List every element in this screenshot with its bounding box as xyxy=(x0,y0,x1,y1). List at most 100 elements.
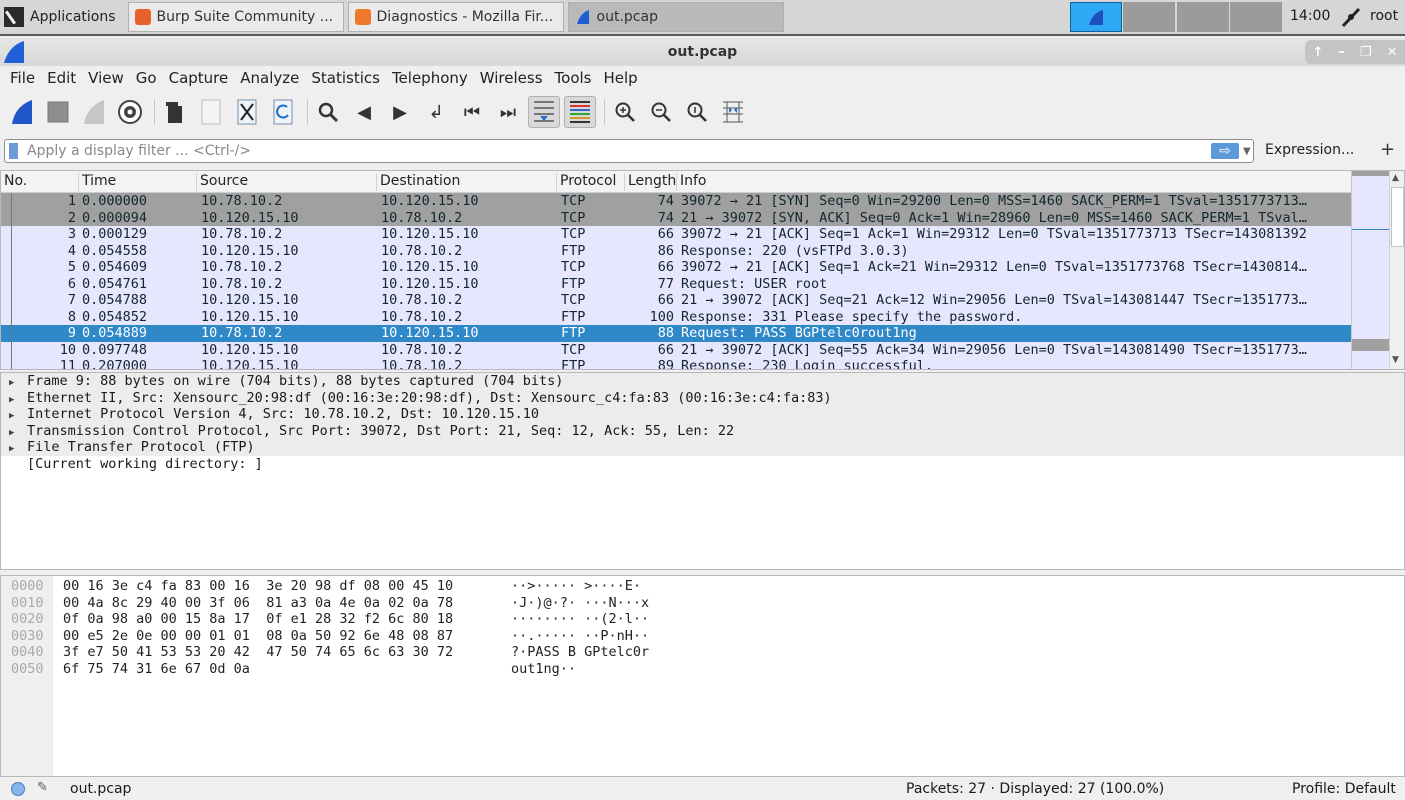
menu-go[interactable]: Go xyxy=(130,69,163,87)
resize-columns-button[interactable] xyxy=(717,96,749,128)
packet-row[interactable]: 10 0.097748 10.120.15.10 10.78.10.2 TCP 66 21 … xyxy=(1,341,1351,358)
network-icon[interactable] xyxy=(1340,6,1362,28)
user-name[interactable]: root xyxy=(1370,8,1398,24)
packet-row[interactable]: 7 0.054788 10.120.15.10 10.78.10.2 TCP 66 21 →… xyxy=(1,292,1351,309)
status-profile[interactable]: Profile: Default xyxy=(1292,781,1396,797)
zoom-out-button[interactable] xyxy=(645,96,677,128)
byte-offset[interactable]: 0030 xyxy=(11,628,44,645)
packet-row[interactable]: 8 0.054852 10.120.15.10 10.78.10.2 FTP 100 Res… xyxy=(1,308,1351,325)
byte-offset[interactable]: 0010 xyxy=(11,595,44,612)
reload-file-button[interactable] xyxy=(267,96,299,128)
task-burp[interactable]: Burp Suite Community ... xyxy=(127,2,344,32)
byte-offset[interactable]: 0050 xyxy=(11,661,44,678)
apply-filter-button[interactable]: ⇨ xyxy=(1211,143,1239,159)
menu-view[interactable]: View xyxy=(82,69,130,87)
packet-row[interactable]: 4 0.054558 10.120.15.10 10.78.10.2 FTP 86 Resp… xyxy=(1,242,1351,259)
add-filter-button[interactable]: + xyxy=(1380,139,1395,160)
packet-row[interactable]: 11 0.207000 10.120.15.10 10.78.10.2 FTP 89 Res… xyxy=(1,358,1351,369)
go-forward-button[interactable]: ▶ xyxy=(384,96,416,128)
stop-capture-button[interactable] xyxy=(42,96,74,128)
byte-hex[interactable]: 0f 0a 98 a0 00 15 8a 17 0f e1 28 32 f2 6… xyxy=(63,611,453,628)
workspace-2[interactable] xyxy=(1123,2,1175,32)
capture-comment-icon[interactable]: ✎ xyxy=(37,780,48,795)
packet-minimap[interactable] xyxy=(1351,171,1404,369)
detail-row-ftp[interactable]: ▶ File Transfer Protocol (FTP) xyxy=(1,439,1404,456)
packet-row[interactable]: 2 0.000094 10.120.15.10 10.78.10.2 TCP 74 21 →… xyxy=(1,209,1351,226)
byte-hex[interactable]: 00 16 3e c4 fa 83 00 16 3e 20 98 df 08 0… xyxy=(63,578,453,595)
find-packet-button[interactable] xyxy=(312,96,344,128)
task-wireshark[interactable]: out.pcap xyxy=(567,2,784,32)
byte-offset[interactable]: 0000 xyxy=(11,578,44,595)
expert-info-icon[interactable] xyxy=(11,782,25,796)
detail-row-cwd[interactable]: [Current working directory: ] xyxy=(1,455,1404,472)
packet-row[interactable]: 3 0.000129 10.78.10.2 10.120.15.10 TCP 66 3907… xyxy=(1,226,1351,243)
column-header-length[interactable]: Length xyxy=(625,173,677,191)
column-header-time[interactable]: Time xyxy=(79,173,197,191)
save-file-button[interactable] xyxy=(195,96,227,128)
open-file-button[interactable] xyxy=(159,96,191,128)
column-header-source[interactable]: Source xyxy=(197,173,377,191)
column-header-destination[interactable]: Destination xyxy=(377,173,557,191)
byte-ascii[interactable]: ········ ··(2·l·· xyxy=(511,611,649,628)
normal-size-button[interactable] xyxy=(681,96,713,128)
colorize-button[interactable] xyxy=(564,96,596,128)
menu-statistics[interactable]: Statistics xyxy=(305,69,386,87)
column-header-no[interactable]: No. xyxy=(1,173,79,191)
display-filter-input[interactable] xyxy=(27,141,1197,161)
detail-row-frame[interactable]: ▶ Frame 9: 88 bytes on wire (704 bits), 8… xyxy=(1,373,1404,390)
first-packet-button[interactable]: ⏮ xyxy=(456,96,488,128)
expression-button[interactable]: Expression... xyxy=(1265,142,1354,158)
detail-row-tcp[interactable]: ▶ Transmission Control Protocol, Src Port… xyxy=(1,422,1404,439)
maximize-window-icon[interactable]: ❐ xyxy=(1360,45,1372,60)
byte-ascii[interactable]: out1ng·· xyxy=(511,661,576,678)
column-header-info[interactable]: Info xyxy=(677,173,1351,191)
byte-hex[interactable]: 00 e5 2e 0e 00 00 01 01 08 0a 50 92 6e 4… xyxy=(63,628,453,645)
byte-offset[interactable]: 0020 xyxy=(11,611,44,628)
workspace-3[interactable] xyxy=(1177,2,1229,32)
packet-row[interactable]: 5 0.054609 10.78.10.2 10.120.15.10 TCP 66 3907… xyxy=(1,259,1351,276)
go-to-packet-button[interactable]: ↲ xyxy=(420,96,452,128)
autoscroll-button[interactable] xyxy=(528,96,560,128)
bookmark-icon[interactable] xyxy=(9,143,18,159)
column-header-protocol[interactable]: Protocol xyxy=(557,173,625,191)
capture-options-button[interactable] xyxy=(114,96,146,128)
byte-ascii[interactable]: ··.····· ··P·nH·· xyxy=(511,628,649,645)
packet-row[interactable]: 9 0.054889 10.78.10.2 10.120.15.10 FTP 88 Requ… xyxy=(1,325,1351,342)
menu-file[interactable]: File xyxy=(4,69,41,87)
workspace-1[interactable] xyxy=(1070,2,1122,32)
start-capture-button[interactable] xyxy=(6,96,38,128)
byte-ascii[interactable]: ?·PASS B GPtelc0r xyxy=(511,644,649,661)
packet-row[interactable]: 1 0.000000 10.78.10.2 10.120.15.10 TCP 74 3907… xyxy=(1,193,1351,210)
zoom-in-button[interactable] xyxy=(609,96,641,128)
last-packet-button[interactable]: ⏭ xyxy=(492,96,524,128)
scrollbar-thumb[interactable] xyxy=(1391,187,1404,247)
menu-capture[interactable]: Capture xyxy=(163,69,235,87)
byte-ascii[interactable]: ··>····· >····E· xyxy=(511,578,641,595)
task-firefox[interactable]: Diagnostics - Mozilla Fir... xyxy=(347,2,564,32)
packet-list-scrollbar[interactable]: ▲ ▼ xyxy=(1389,171,1404,369)
menu-tools[interactable]: Tools xyxy=(549,69,598,87)
byte-offset[interactable]: 0040 xyxy=(11,644,44,661)
byte-hex[interactable]: 00 4a 8c 29 40 00 3f 06 81 a3 0a 4e 0a 0… xyxy=(63,595,453,612)
close-window-icon[interactable]: ✕ xyxy=(1387,45,1398,60)
detail-row-ip[interactable]: ▶ Internet Protocol Version 4, Src: 10.78… xyxy=(1,406,1404,423)
menu-analyze[interactable]: Analyze xyxy=(234,69,305,87)
menu-help[interactable]: Help xyxy=(597,69,643,87)
menu-telephony[interactable]: Telephony xyxy=(386,69,474,87)
detail-row-ethernet[interactable]: ▶ Ethernet II, Src: Xensourc_20:98:df (00… xyxy=(1,389,1404,406)
minimize-window-icon[interactable]: – xyxy=(1338,45,1345,60)
scroll-up-icon[interactable]: ▲ xyxy=(1392,173,1399,183)
scroll-down-icon[interactable]: ▼ xyxy=(1392,355,1399,365)
packet-row[interactable]: 6 0.054761 10.78.10.2 10.120.15.10 FTP 77 Requ… xyxy=(1,275,1351,292)
byte-hex[interactable]: 6f 75 74 31 6e 67 0d 0a xyxy=(63,661,250,678)
menu-edit[interactable]: Edit xyxy=(41,69,82,87)
menu-wireless[interactable]: Wireless xyxy=(474,69,549,87)
restart-capture-button[interactable] xyxy=(78,96,110,128)
close-file-button[interactable] xyxy=(231,96,263,128)
byte-hex[interactable]: 3f e7 50 41 53 53 20 42 47 50 74 65 6c 6… xyxy=(63,644,453,661)
workspace-4[interactable] xyxy=(1230,2,1282,32)
filter-history-dropdown-icon[interactable]: ▼ xyxy=(1243,146,1251,157)
byte-ascii[interactable]: ·J·)@·?· ···N···x xyxy=(511,595,649,612)
go-back-button[interactable]: ◀ xyxy=(348,96,380,128)
applications-menu-button[interactable]: Applications xyxy=(0,0,124,34)
